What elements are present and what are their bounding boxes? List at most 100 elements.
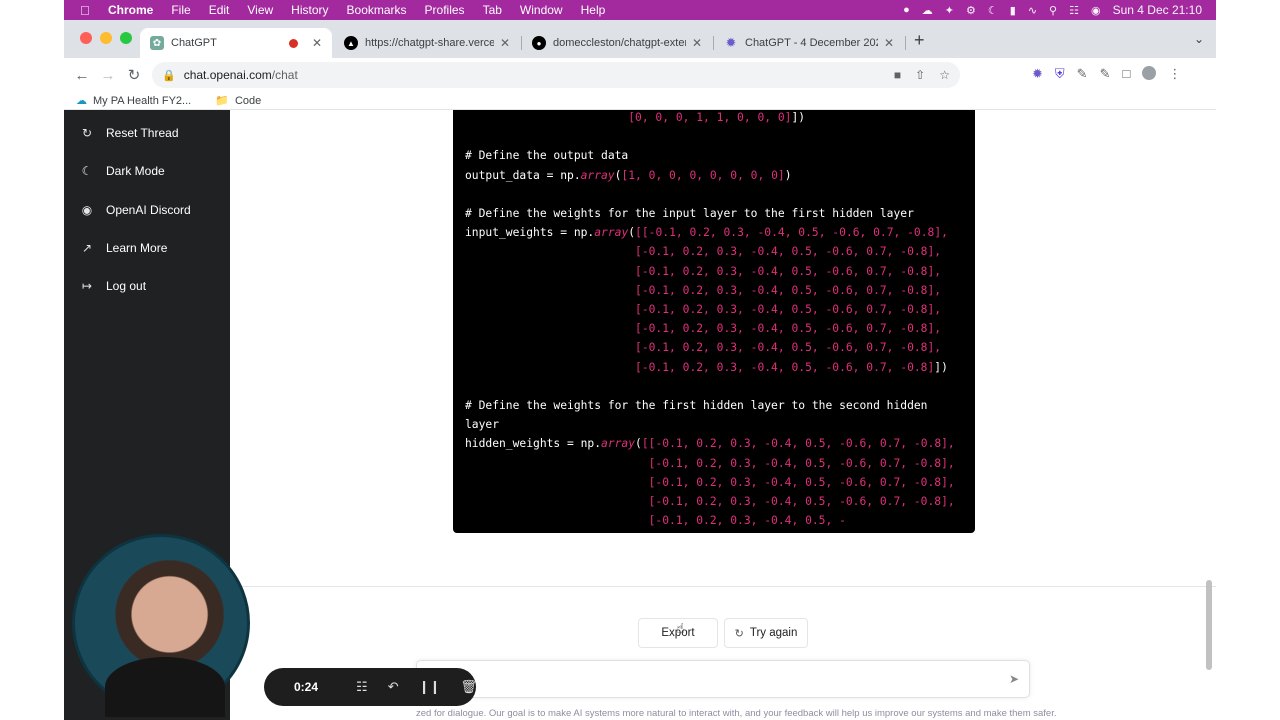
sidebar-item-dark-mode[interactable]: ☾ Dark Mode [80, 161, 165, 181]
tab-chatgpt-share[interactable]: ✹ ChatGPT - 4 December 2022 ✕ [714, 28, 904, 58]
code-line: # Define the output data [465, 146, 963, 165]
siri-icon[interactable]: ◉ [1091, 4, 1101, 17]
bookmark-label: Code [234, 94, 262, 107]
sidebar-item-log-out[interactable]: ↦ Log out [80, 276, 146, 296]
code-token: # Define the weights for the input layer… [465, 207, 914, 221]
code-line: [-0.1, 0.2, 0.3, -0.4, 0.5, -0.6, 0.7, -… [465, 281, 963, 300]
new-tab-icon[interactable]: + [914, 30, 925, 51]
sidebar-item-label: OpenAI Discord [106, 203, 191, 217]
external-link-icon: ↗ [81, 241, 93, 255]
bird-icon[interactable]: ✦ [945, 4, 954, 17]
forward-icon[interactable]: → [95, 67, 121, 84]
menu-bookmarks[interactable]: Bookmarks [347, 3, 407, 17]
code-token: [-0.1, 0.2, 0.3, -0.4, 0.5, -0.6, 0.7, -… [465, 360, 935, 374]
code-token: layer [465, 418, 500, 432]
divider [230, 586, 1216, 587]
sidebar-item-learn-more[interactable]: ↗ Learn More [80, 238, 167, 258]
undo-icon[interactable]: ↶ [388, 679, 399, 695]
kebab-menu-icon[interactable]: ⋮ [1168, 66, 1181, 82]
send-icon[interactable]: ➤ [1009, 672, 1019, 686]
tab-github[interactable]: ● domeccleston/chatgpt-extensi ✕ [522, 28, 712, 58]
code-token: [0, 0, 0, 1, 1, 0, 0, 0] [465, 111, 792, 124]
clock[interactable]: Sun 4 Dec 21:10 [1113, 3, 1202, 17]
code-token: [-0.1, 0.2, 0.3, -0.4, 0.5, -0.6, 0.7, -… [465, 495, 955, 509]
code-line: # Define the weights for the first hidde… [465, 396, 963, 415]
close-window-button[interactable] [80, 32, 92, 44]
bookmark-pa-health[interactable]: ☁ My PA Health FY2... [76, 94, 192, 108]
vercel-icon: ▲ [344, 36, 358, 50]
code-line: [-0.1, 0.2, 0.3, -0.4, 0.5, -0.6, 0.7, -… [465, 358, 963, 377]
sidepanel-icon[interactable]: □ [1122, 66, 1130, 82]
tab-chatgpt[interactable]: ✿ ChatGPT ✕ [140, 28, 332, 58]
menu-window[interactable]: Window [520, 3, 563, 17]
share-icon[interactable]: ⇧ [915, 68, 925, 82]
bookmark-code[interactable]: 📁 Code [215, 94, 262, 108]
bookmark-label: My PA Health FY2... [93, 94, 192, 107]
tab-label: ChatGPT [171, 37, 217, 49]
menu-app[interactable]: Chrome [108, 3, 153, 17]
trash-icon[interactable]: 🗑 [460, 679, 477, 695]
gear-icon[interactable]: ⚙ [966, 4, 976, 17]
recording-timer: 0:24 [294, 680, 319, 694]
code-line: [0, 0, 0, 1, 1, 0, 0, 0]]) [465, 110, 963, 127]
code-line: [-0.1, 0.2, 0.3, -0.4, 0.5, -0.6, 0.7, -… [465, 454, 963, 473]
shield-icon[interactable]: ⛨ [1055, 66, 1065, 82]
back-icon[interactable]: ← [69, 67, 95, 84]
battery-icon[interactable]: ▮ [1010, 4, 1016, 17]
try-again-button[interactable]: ↻ Try again [724, 618, 808, 648]
menu-tab[interactable]: Tab [483, 3, 502, 17]
mouse-pointer-icon: ☝ [676, 620, 685, 636]
menu-view[interactable]: View [247, 3, 273, 17]
star-icon[interactable]: ☆ [939, 68, 950, 82]
menu-history[interactable]: History [291, 3, 328, 17]
cloud-icon[interactable]: ☁ [922, 4, 933, 17]
message-input[interactable]: ➤ [416, 660, 1030, 698]
menu-edit[interactable]: Edit [209, 3, 230, 17]
code-token: [1, 0, 0, 0, 0, 0, 0, 0] [621, 168, 785, 182]
close-tab-icon[interactable]: ✕ [500, 36, 510, 50]
minimize-window-button[interactable] [100, 32, 112, 44]
sparkle-extension-icon[interactable]: ✹ [1032, 66, 1043, 82]
pause-icon[interactable]: ❙❙ [419, 679, 441, 695]
control-center-icon[interactable]: ☷ [1069, 4, 1079, 17]
conversation-area: [0, 0, 0, 1, 1, 0, 0, 0]]) # Define the … [230, 110, 1216, 720]
pen-extension-icon[interactable]: ✎ [1077, 66, 1088, 82]
wifi-icon[interactable]: ∿ [1028, 4, 1037, 17]
scrollbar[interactable] [1206, 580, 1212, 670]
moon-icon[interactable]: ☾ [988, 4, 998, 17]
avatar[interactable] [1142, 66, 1157, 80]
menu-help[interactable]: Help [581, 3, 606, 17]
close-tab-icon[interactable]: ✕ [312, 36, 322, 50]
logout-icon: ↦ [81, 279, 93, 293]
close-tab-icon[interactable]: ✕ [884, 36, 894, 50]
menu-file[interactable]: File [171, 3, 190, 17]
chevron-down-icon[interactable]: ⌄ [1194, 32, 1204, 46]
camera-icon[interactable]: ■ [894, 68, 901, 82]
extensions: ✹ ⛨ ✎ ✎ □ ⋮ [1032, 66, 1181, 82]
code-token: [-0.1, 0.2, 0.3, -0.4, 0.5, -0.6, 0.7, -… [465, 341, 942, 355]
grid-icon[interactable]: ☷ [356, 679, 368, 695]
maximize-window-button[interactable] [120, 32, 132, 44]
reload-icon[interactable]: ↻ [121, 66, 147, 84]
tab-label: ChatGPT - 4 December 2022 [745, 37, 878, 49]
menu-profiles[interactable]: Profiles [425, 3, 465, 17]
mic-icon[interactable]: ● [903, 4, 910, 16]
tab-label: https://chatgpt-share.vercel.ap [365, 37, 494, 49]
search-icon[interactable]: ⚲ [1049, 4, 1057, 17]
address-bar[interactable]: 🔒 chat.openai.com/chat ■ ⇧ ☆ [152, 62, 960, 88]
apple-icon[interactable]:  [80, 3, 94, 18]
lock-icon[interactable]: 🔒 [162, 69, 176, 82]
sidebar-item-label: Dark Mode [106, 164, 165, 178]
close-tab-icon[interactable]: ✕ [692, 36, 702, 50]
url-host: chat.openai.com [183, 68, 272, 82]
bookmarks-bar: ☁ My PA Health FY2... 📁 Code [64, 92, 1216, 110]
tab-vercel[interactable]: ▲ https://chatgpt-share.vercel.ap ✕ [334, 28, 520, 58]
sidebar-item-reset-thread[interactable]: ↻ Reset Thread [80, 123, 179, 143]
code-token: ( [635, 437, 642, 451]
code-block[interactable]: [0, 0, 0, 1, 1, 0, 0, 0]]) # Define the … [453, 110, 975, 533]
puzzle-icon[interactable]: ✎ [1100, 66, 1111, 82]
sidebar-item-openai-discord[interactable]: ◉ OpenAI Discord [80, 200, 191, 220]
cloud-bookmark-icon: ☁ [76, 95, 87, 107]
